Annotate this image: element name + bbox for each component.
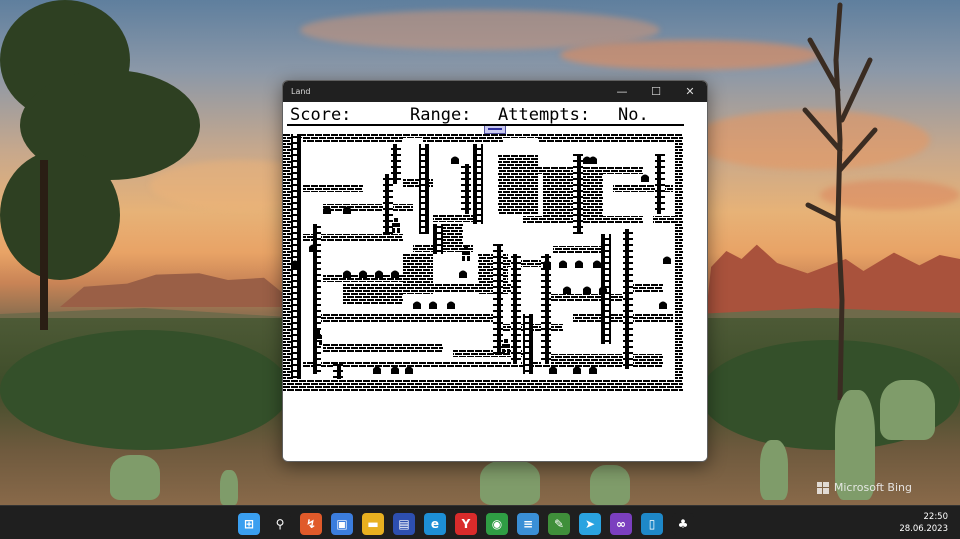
treasure-bag-icon [359, 270, 367, 278]
treasure-bag-icon [563, 286, 571, 294]
land-game-window: Land — ☐ ✕ Score: Range: Attempts: No. [282, 80, 708, 462]
brick-maze [283, 134, 683, 391]
treasure-bag-icon [413, 301, 421, 309]
brick-block [498, 154, 538, 214]
treasure-bag-icon [459, 270, 467, 278]
treasure-bag-icon [447, 301, 455, 309]
brick-block [323, 204, 413, 212]
runner-sprite-icon [392, 218, 400, 233]
brick-block [543, 354, 663, 362]
ladder [541, 254, 551, 364]
game-level-map [283, 134, 683, 391]
range-label: Range: [410, 105, 472, 125]
treasure-bag-icon [659, 301, 667, 309]
clock-date: 28.06.2023 [899, 524, 948, 534]
file-explorer-icon[interactable]: ▬ [362, 513, 384, 535]
treasure-bag-icon [663, 256, 671, 264]
ladder [655, 154, 665, 214]
ladder [623, 229, 633, 369]
chrome-icon[interactable]: ◉ [486, 513, 508, 535]
remote-desktop-icon[interactable]: ↯ [300, 513, 322, 535]
telegram-icon[interactable]: ➤ [579, 513, 601, 535]
ladder [511, 254, 521, 364]
brick-block [283, 134, 291, 379]
edge-icon[interactable]: e [424, 513, 446, 535]
tree-app-icon[interactable]: ♣ [672, 513, 694, 535]
phone-link-icon[interactable]: ▯ [641, 513, 663, 535]
treasure-bag-icon [375, 270, 383, 278]
attempts-label: Attempts: [498, 105, 591, 125]
maximize-button[interactable]: ☐ [639, 81, 673, 102]
hud-divider [287, 124, 684, 126]
taskbar-apps: ⊞ ⚲ ↯ ▣ ▬ ▤ e Y ◉ ≡ ✎ ➤ ∞ ▯ ♣ [238, 513, 694, 535]
store-icon[interactable]: ▣ [331, 513, 353, 535]
treasure-bag-icon [559, 260, 567, 268]
image-editor-icon[interactable]: ✎ [548, 513, 570, 535]
treasure-bag-icon [451, 156, 459, 164]
brick-block [675, 134, 683, 379]
ladder [291, 134, 301, 379]
brick-block [443, 224, 463, 244]
ladder [433, 224, 443, 254]
treasure-bag-icon [583, 286, 591, 294]
window-title: Land [291, 87, 311, 96]
clock-time: 22:50 [923, 512, 949, 522]
ladder [523, 314, 533, 374]
number-label: No. [618, 105, 649, 125]
game-canvas[interactable]: Score: Range: Attempts: No. [283, 102, 707, 461]
windows-start-icon[interactable]: ⊞ [238, 513, 260, 535]
yandex-icon[interactable]: Y [455, 513, 477, 535]
ladder [333, 364, 343, 379]
microsoft-logo-icon [816, 481, 829, 494]
close-button[interactable]: ✕ [673, 81, 707, 102]
brick-block [538, 134, 678, 142]
floppy-save-icon[interactable]: ▤ [393, 513, 415, 535]
score-label: Score: [290, 105, 352, 125]
dead-tree-icon [802, 2, 878, 400]
treasure-bag-icon [343, 270, 351, 278]
bing-watermark: Microsoft Bing [816, 481, 912, 494]
brick-block [553, 246, 603, 254]
brick-block [313, 314, 493, 322]
brick-block [633, 284, 663, 292]
ladder [493, 244, 503, 354]
treasure-bag-icon [429, 301, 437, 309]
brick-block [303, 134, 403, 142]
treasure-bag-icon [589, 156, 597, 164]
visual-studio-icon[interactable]: ∞ [610, 513, 632, 535]
ladder [419, 144, 429, 234]
notepad-icon[interactable]: ≡ [517, 513, 539, 535]
treasure-bag-icon [641, 174, 649, 182]
ladder [573, 154, 583, 234]
search-icon[interactable]: ⚲ [269, 513, 291, 535]
window-titlebar[interactable]: Land — ☐ ✕ [283, 81, 707, 102]
brick-block [323, 344, 443, 352]
treasure-bag-icon [391, 270, 399, 278]
brick-block [343, 284, 403, 304]
bing-watermark-text: Microsoft Bing [833, 481, 912, 494]
ladder [383, 174, 393, 234]
brick-block [303, 362, 663, 368]
treasure-bag-icon [575, 260, 583, 268]
taskbar: ⊞ ⚲ ↯ ▣ ▬ ▤ e Y ◉ ≡ ✎ ➤ ∞ ▯ ♣ 22:50 28.06.2023 [0, 505, 960, 539]
brick-block [423, 134, 503, 142]
minimize-button[interactable]: — [605, 81, 639, 102]
brick-block [283, 379, 683, 387]
ladder [473, 144, 483, 224]
brick-block [303, 184, 363, 192]
ladder [461, 164, 471, 214]
brick-block [583, 166, 643, 174]
treasure-bag-icon [593, 260, 601, 268]
taskbar-clock[interactable]: 22:50 28.06.2023 [899, 511, 948, 535]
brick-block [403, 254, 433, 294]
brick-block [283, 387, 683, 391]
brick-block [653, 216, 675, 224]
